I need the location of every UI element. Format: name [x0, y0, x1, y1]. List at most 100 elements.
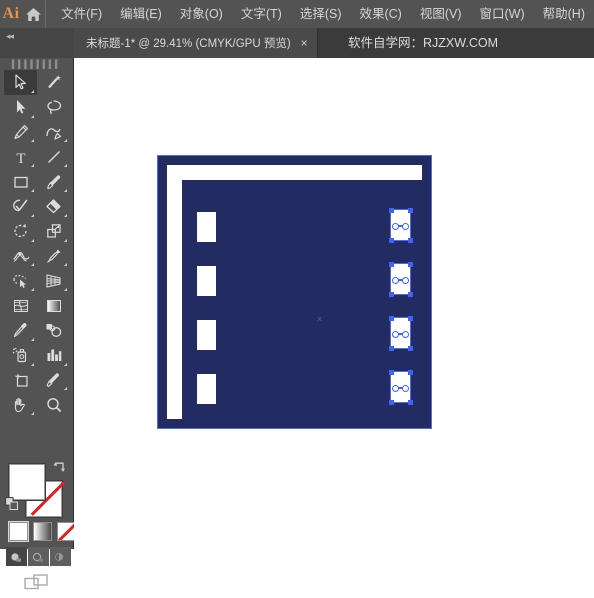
- collapse-panel-icon[interactable]: ◂◂: [6, 31, 14, 41]
- tool-flyout-indicator: [64, 164, 67, 168]
- artwork-background[interactable]: ×: [158, 156, 431, 428]
- film-hole-left-3[interactable]: [197, 320, 216, 350]
- anchor-point-right[interactable]: [402, 222, 409, 230]
- tool-flyout-indicator: [31, 139, 34, 143]
- perspective-grid-tool[interactable]: [37, 268, 70, 293]
- eyedropper-tool[interactable]: [4, 318, 37, 343]
- rectangle-tool[interactable]: [4, 169, 37, 194]
- selection-handle-tr[interactable]: [407, 261, 413, 267]
- artwork-inner-panel[interactable]: ×: [182, 180, 425, 422]
- type-tool[interactable]: T: [4, 144, 37, 169]
- menu-view[interactable]: 视图(V): [411, 0, 471, 28]
- film-hole-right-2[interactable]: [388, 261, 413, 297]
- document-canvas[interactable]: ×: [74, 58, 594, 549]
- selection-handle-tl[interactable]: [388, 315, 394, 321]
- fill-swatch[interactable]: [9, 464, 45, 500]
- anchor-point-right[interactable]: [402, 276, 409, 284]
- gradient-tool[interactable]: [37, 293, 70, 318]
- document-tab[interactable]: 未标题-1* @ 29.41% (CMYK/GPU 预览) ×: [74, 28, 318, 58]
- curvature-tool[interactable]: [37, 120, 70, 145]
- menu-effect[interactable]: 效果(C): [350, 0, 410, 28]
- selection-tool[interactable]: [4, 70, 37, 95]
- selection-handle-br[interactable]: [407, 345, 413, 351]
- magic-wand-tool[interactable]: [37, 70, 70, 95]
- menu-file[interactable]: 文件(F): [52, 0, 111, 28]
- rotate-tool[interactable]: [4, 219, 37, 244]
- film-hole-right-4[interactable]: [388, 369, 413, 405]
- selection-handle-br[interactable]: [407, 291, 413, 297]
- anchor-point-right[interactable]: [402, 330, 409, 338]
- symbol-sprayer-tool[interactable]: [4, 343, 37, 368]
- selection-center-mark: ×: [316, 314, 323, 324]
- lasso-tool[interactable]: [37, 95, 70, 120]
- tool-flyout-indicator: [64, 238, 67, 242]
- tool-flyout-indicator: [31, 337, 34, 341]
- tool-flyout-indicator: [64, 387, 67, 391]
- menu-select[interactable]: 选择(S): [291, 0, 351, 28]
- tools-panel: ▍▍▍▍▍▍▍▍ T: [0, 58, 76, 590]
- slice-tool[interactable]: [37, 368, 70, 393]
- tool-flyout-indicator: [31, 238, 34, 242]
- artboard-tool[interactable]: [4, 368, 37, 393]
- film-hole-left-1[interactable]: [197, 212, 216, 242]
- width-tool[interactable]: [4, 244, 37, 269]
- selection-handle-tl[interactable]: [388, 369, 394, 375]
- scale-tool[interactable]: [37, 219, 70, 244]
- selection-handle-bl[interactable]: [388, 291, 394, 297]
- selection-handle-tl[interactable]: [388, 207, 394, 213]
- selection-handle-br[interactable]: [407, 399, 413, 405]
- screen-mode-button[interactable]: [24, 573, 50, 598]
- selection-handle-tl[interactable]: [388, 261, 394, 267]
- color-mode-button[interactable]: [8, 521, 29, 542]
- line-segment-tool[interactable]: [37, 144, 70, 169]
- anchor-point-right[interactable]: [402, 384, 409, 392]
- menu-edit[interactable]: 编辑(E): [111, 0, 171, 28]
- anchor-point-left[interactable]: [392, 330, 399, 338]
- draw-behind-button[interactable]: [28, 547, 49, 566]
- default-fill-stroke-icon[interactable]: [5, 497, 19, 516]
- anchor-point-left[interactable]: [392, 222, 399, 230]
- free-transform-tool[interactable]: [37, 244, 70, 269]
- menu-window[interactable]: 窗口(W): [471, 0, 534, 28]
- film-hole-right-1[interactable]: [388, 207, 413, 243]
- eraser-tool[interactable]: [37, 194, 70, 219]
- selection-handle-tr[interactable]: [407, 207, 413, 213]
- shaper-tool[interactable]: [4, 194, 37, 219]
- column-graph-tool[interactable]: [37, 343, 70, 368]
- film-hole-left-4[interactable]: [197, 374, 216, 404]
- gradient-mode-button[interactable]: [33, 522, 52, 541]
- panel-drag-handle[interactable]: ▍▍▍▍▍▍▍▍: [0, 61, 73, 69]
- home-icon[interactable]: [22, 7, 45, 22]
- tool-flyout-indicator: [64, 362, 67, 366]
- selection-handle-bl[interactable]: [388, 399, 394, 405]
- film-hole-right-3[interactable]: [388, 315, 413, 351]
- menu-type[interactable]: 文字(T): [232, 0, 291, 28]
- tool-flyout-indicator: [31, 362, 34, 366]
- selection-handle-br[interactable]: [407, 237, 413, 243]
- watermark-text: 软件自学网：RJZXW.COM: [348, 36, 498, 50]
- artboard-wrapper: ×: [157, 155, 432, 429]
- paintbrush-tool[interactable]: [37, 169, 70, 194]
- swap-fill-stroke-icon[interactable]: [52, 460, 67, 480]
- anchor-point-left[interactable]: [392, 384, 399, 392]
- close-icon[interactable]: ×: [301, 37, 308, 49]
- tool-flyout-indicator: [31, 263, 34, 267]
- selection-handle-tr[interactable]: [407, 369, 413, 375]
- shape-builder-tool[interactable]: [4, 268, 37, 293]
- selection-handle-bl[interactable]: [388, 345, 394, 351]
- blend-tool[interactable]: [37, 318, 70, 343]
- draw-inside-button[interactable]: [50, 547, 71, 566]
- tool-flyout-indicator: [64, 139, 67, 143]
- film-hole-left-2[interactable]: [197, 266, 216, 296]
- selection-handle-bl[interactable]: [388, 237, 394, 243]
- direct-selection-tool[interactable]: [4, 95, 37, 120]
- menu-help[interactable]: 帮助(H): [534, 0, 594, 28]
- selection-handle-tr[interactable]: [407, 315, 413, 321]
- artwork-white-frame[interactable]: ×: [167, 165, 425, 422]
- menu-object[interactable]: 对象(O): [171, 0, 232, 28]
- draw-normal-button[interactable]: [6, 547, 27, 566]
- anchor-point-left[interactable]: [392, 276, 399, 284]
- mesh-tool[interactable]: [4, 293, 37, 318]
- pen-tool[interactable]: [4, 120, 37, 145]
- tool-flyout-indicator: [64, 263, 67, 267]
